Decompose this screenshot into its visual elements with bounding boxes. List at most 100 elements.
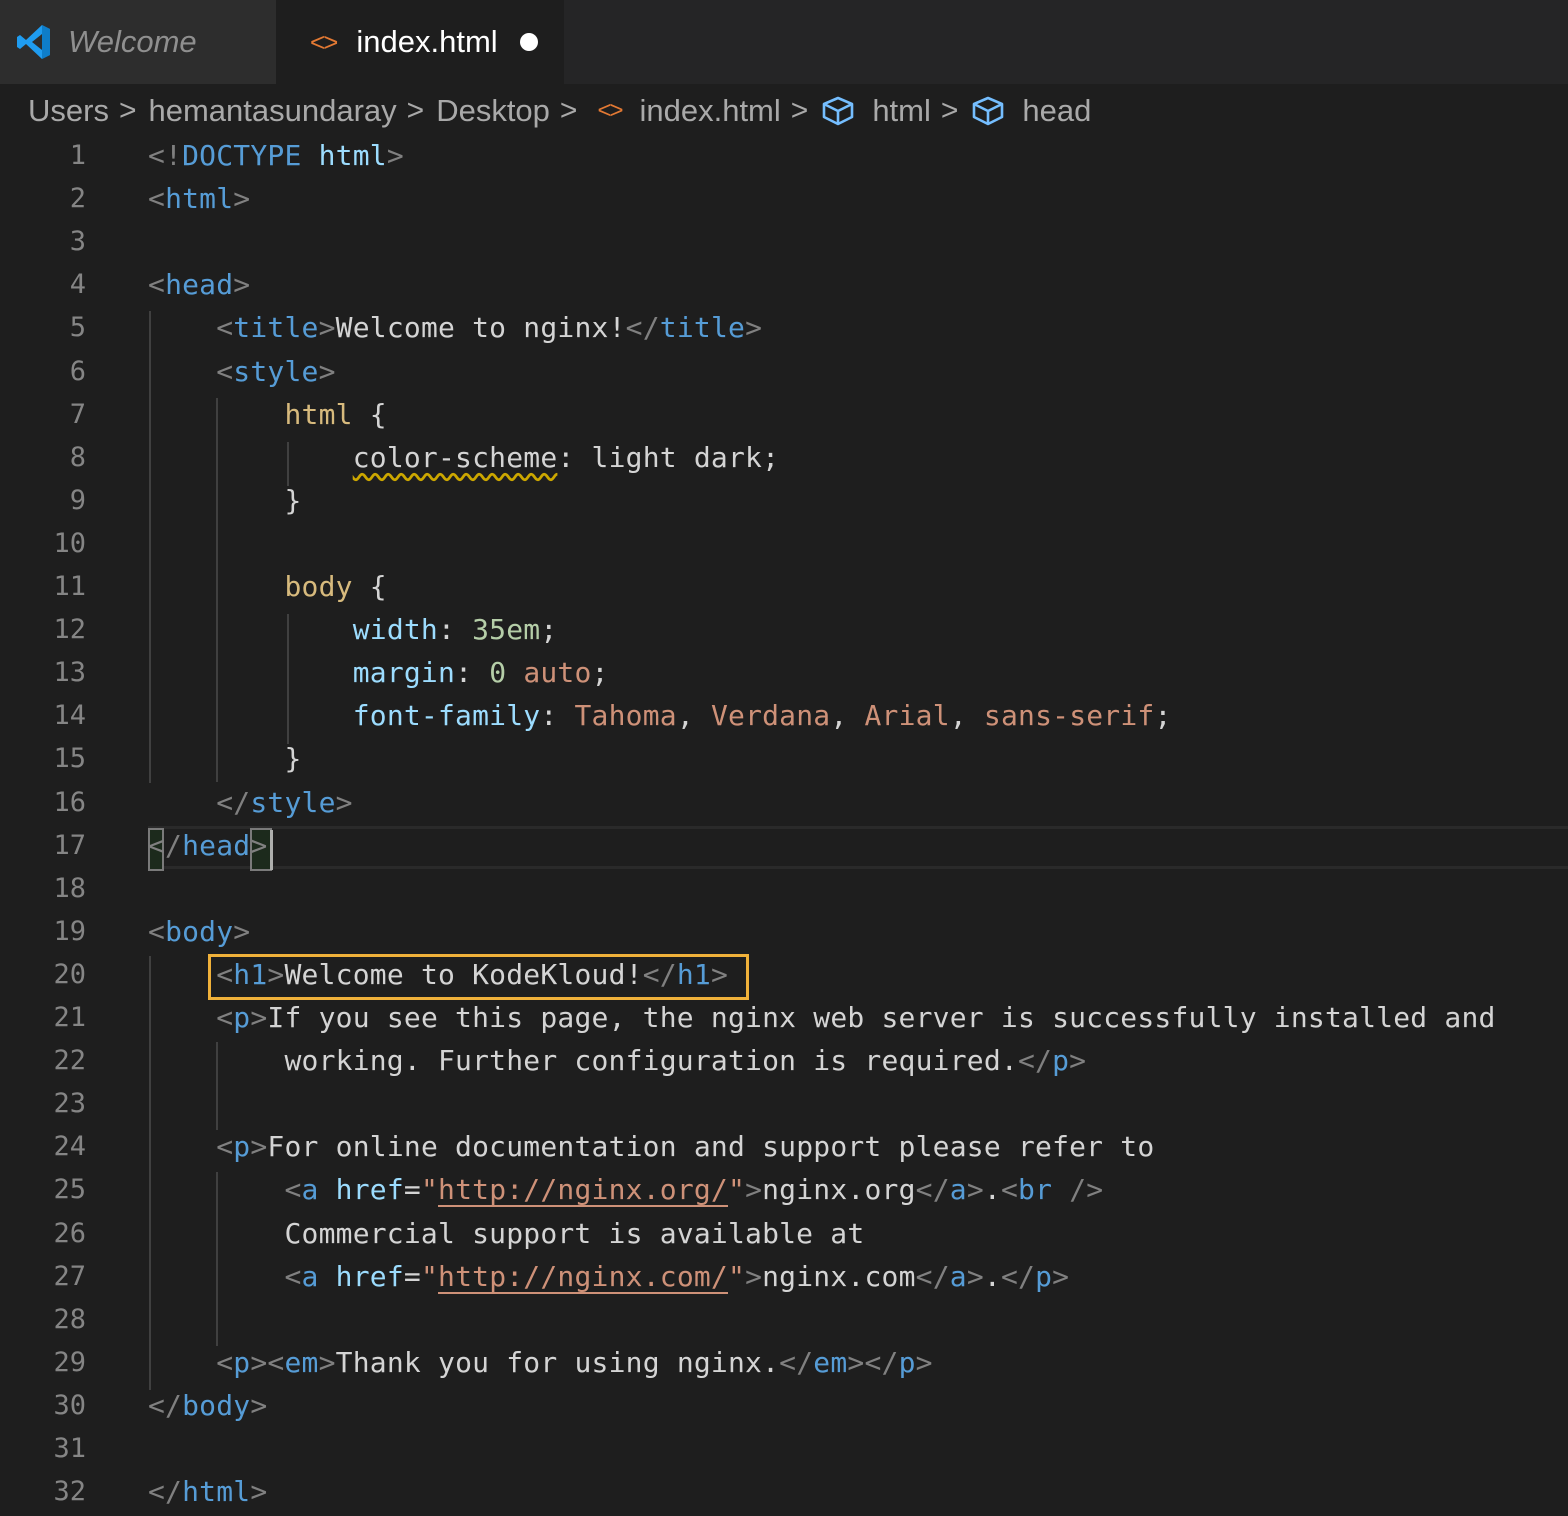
code-line[interactable]: 24 <p>For online documentation and suppo… [0, 1125, 1568, 1168]
line-number: 21 [53, 1002, 86, 1033]
tab-welcome[interactable]: Welcome [0, 0, 276, 84]
symbol-cube-icon [973, 96, 1004, 126]
tab-label: Welcome [68, 24, 197, 59]
code-line[interactable]: 15 } [0, 737, 1568, 780]
code-text[interactable]: html { [148, 393, 387, 436]
line-number: 9 [69, 484, 86, 516]
code-text[interactable]: <a href="http://nginx.org/">nginx.org</a… [148, 1168, 1103, 1211]
breadcrumb-item-file[interactable]: <> index.html > [597, 93, 820, 129]
code-line[interactable]: 19 <body> [0, 910, 1568, 953]
editor-tab-bar: Welcome <> index.html [0, 0, 1568, 84]
code-line[interactable]: 26 Commercial support is available at [0, 1212, 1568, 1255]
code-text[interactable]: <a href="http://nginx.com/">nginx.com</a… [148, 1255, 1069, 1298]
code-text[interactable]: </html> [148, 1470, 267, 1513]
code-line[interactable]: 25 <a href="http://nginx.org/">nginx.org… [0, 1168, 1568, 1211]
code-text[interactable]: working. Further configuration is requir… [148, 1039, 1086, 1082]
breadcrumb-item-head[interactable]: head [970, 93, 1091, 129]
code-line[interactable]: 6 <style> [0, 350, 1568, 393]
code-text[interactable]: font-family: Tahoma, Verdana, Arial, san… [148, 694, 1172, 737]
code-text[interactable]: <p><em>Thank you for using nginx.</em></… [148, 1341, 933, 1384]
code-line[interactable]: 11 body { [0, 565, 1568, 608]
code-text[interactable]: </head> [148, 824, 267, 867]
vscode-logo-icon [17, 25, 50, 59]
code-line[interactable]: 12 width: 35em; [0, 608, 1568, 651]
code-editor[interactable]: 1 <!DOCTYPE html> 2 <html> 3 4 <head> 5 <title>… [0, 134, 1568, 1516]
code-text[interactable]: <p>For online documentation and support … [148, 1125, 1154, 1168]
line-number: 19 [53, 915, 86, 947]
code-line[interactable]: 7 html { [0, 393, 1568, 436]
code-line[interactable]: 4 <head> [0, 263, 1568, 306]
code-text[interactable]: body { [148, 565, 387, 608]
breadcrumb-item-users[interactable]: Users > [28, 93, 148, 129]
code-line[interactable]: 22 working. Further configuration is req… [0, 1039, 1568, 1082]
code-line[interactable]: 13 margin: 0 auto; [0, 651, 1568, 694]
code-line[interactable]: 18 [0, 867, 1568, 910]
code-line[interactable]: 28 [0, 1298, 1568, 1341]
code-line[interactable]: 1 <!DOCTYPE html> [0, 134, 1568, 177]
code-line[interactable]: 9 } [0, 479, 1568, 522]
code-text[interactable]: <title>Welcome to nginx!</title> [148, 306, 762, 349]
line-number: 27 [53, 1260, 86, 1292]
line-number: 18 [53, 872, 86, 904]
code-text[interactable]: color-scheme: light dark; [148, 436, 779, 479]
code-text[interactable]: <html> [148, 177, 250, 220]
chevron-right-icon: > [559, 94, 578, 127]
code-line[interactable]: 2 <html> [0, 177, 1568, 220]
code-text[interactable]: <p>If you see this page, the nginx web s… [148, 996, 1496, 1039]
breadcrumb-label: Users [28, 93, 109, 128]
line-number: 8 [69, 441, 86, 473]
breadcrumb-label: html [872, 93, 931, 128]
code-line[interactable]: 31 [0, 1427, 1568, 1470]
code-line[interactable]: 21 <p>If you see this page, the nginx we… [0, 996, 1568, 1039]
breadcrumb: Users > hemantasundaray > Desktop > <> i… [0, 84, 1568, 138]
code-line[interactable]: 3 [0, 220, 1568, 263]
breadcrumb-item-desktop[interactable]: Desktop > [436, 93, 589, 129]
line-number: 25 [53, 1174, 86, 1206]
unsaved-dot-icon[interactable] [519, 33, 538, 51]
code-line[interactable]: 20 <h1>Welcome to KodeKloud!</h1> [0, 953, 1568, 996]
line-number: 31 [53, 1433, 86, 1464]
code-text[interactable]: <body> [148, 910, 250, 953]
line-number: 22 [53, 1045, 86, 1077]
line-number: 13 [53, 657, 86, 689]
code-text[interactable]: <h1>Welcome to KodeKloud!</h1> [148, 953, 728, 996]
line-number: 24 [53, 1131, 86, 1163]
code-line[interactable]: 32 </html> [0, 1470, 1568, 1513]
chevron-right-icon: > [118, 94, 137, 127]
code-line[interactable]: 17 </head> [0, 824, 1568, 867]
code-text[interactable]: width: 35em; [148, 608, 558, 651]
code-text[interactable]: margin: 0 auto; [148, 651, 609, 694]
breadcrumb-item-user[interactable]: hemantasundaray > [148, 93, 436, 129]
code-text[interactable]: <head> [148, 263, 250, 306]
line-number: 17 [53, 829, 86, 861]
code-text[interactable]: </body> [148, 1384, 267, 1427]
code-text[interactable]: } [148, 737, 302, 780]
symbol-cube-icon [823, 96, 854, 126]
code-line[interactable]: 8 color-scheme: light dark; [0, 436, 1568, 479]
code-text[interactable]: </style> [148, 781, 353, 824]
line-number: 10 [53, 527, 86, 559]
code-line[interactable]: 14 font-family: Tahoma, Verdana, Arial, … [0, 694, 1568, 737]
tab-index-html[interactable]: <> index.html [276, 0, 564, 84]
code-text[interactable]: <!DOCTYPE html> [148, 134, 404, 177]
html-code-icon: <> [310, 26, 338, 57]
breadcrumb-item-html[interactable]: html > [820, 93, 970, 129]
code-line[interactable]: 10 [0, 522, 1568, 565]
line-number: 12 [53, 614, 86, 646]
code-line[interactable]: 30 </body> [0, 1384, 1568, 1427]
code-line[interactable]: 27 <a href="http://nginx.com/">nginx.com… [0, 1255, 1568, 1298]
line-number: 32 [53, 1476, 86, 1508]
chevron-right-icon: > [940, 94, 959, 127]
chevron-right-icon: > [790, 94, 809, 127]
line-number: 4 [69, 269, 86, 301]
code-line[interactable]: 5 <title>Welcome to nginx!</title> [0, 306, 1568, 349]
code-line[interactable]: 16 </style> [0, 781, 1568, 824]
line-number: 11 [53, 571, 86, 602]
tab-label: index.html [356, 24, 498, 59]
code-text[interactable]: Commercial support is available at [148, 1212, 864, 1255]
code-text[interactable]: <style> [148, 350, 336, 393]
code-line[interactable]: 29 <p><em>Thank you for using nginx.</em… [0, 1341, 1568, 1384]
code-text[interactable]: } [148, 479, 302, 522]
code-line[interactable]: 23 [0, 1082, 1568, 1125]
line-number: 23 [53, 1088, 86, 1120]
